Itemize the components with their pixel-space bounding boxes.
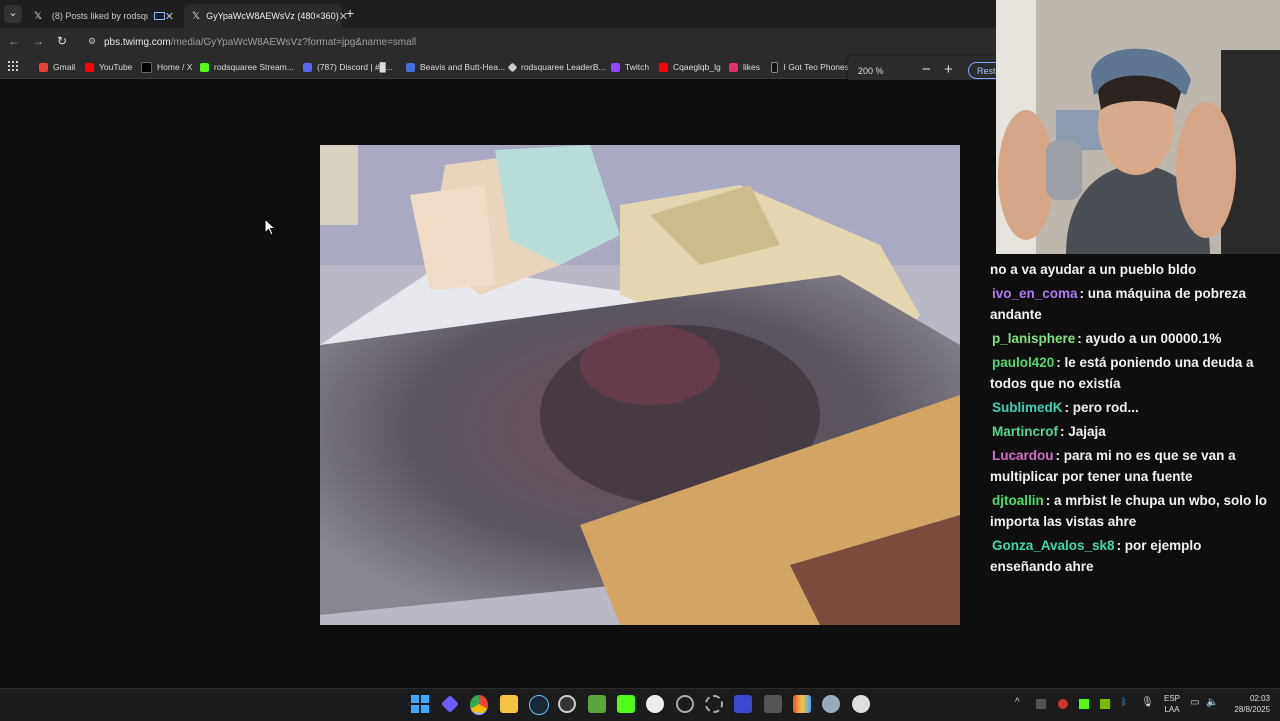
mouse-cursor-icon bbox=[264, 218, 276, 236]
bookmark-leaderboard[interactable]: rodsquaree LeaderB... bbox=[507, 59, 606, 75]
chrome-icon[interactable] bbox=[470, 695, 488, 715]
kick-icon bbox=[200, 62, 209, 72]
steam-icon[interactable] bbox=[529, 695, 549, 715]
chatgpt-icon[interactable] bbox=[646, 695, 664, 713]
chat-username[interactable]: Gonza_Avalos_sk8 bbox=[990, 538, 1117, 553]
gmail-icon bbox=[39, 62, 48, 72]
bookmark-tiktok[interactable]: I Got Teo Phones bbox=[771, 59, 849, 75]
show-hidden-icons-button[interactable]: ^ bbox=[1015, 697, 1020, 708]
chat-username[interactable]: Lucardou bbox=[990, 448, 1056, 463]
url-path: /media/GyYpaWcW8AEWsVz?format=jpg&name=s… bbox=[170, 36, 417, 48]
bookmark-twitch[interactable]: Twitch bbox=[611, 59, 649, 75]
bed-photo bbox=[320, 145, 960, 625]
tab-posts-liked[interactable]: 𝕏 (8) Posts liked by rodsquare ✕ bbox=[26, 4, 182, 28]
tab-title: GyYpaWcW8AEWsVz (480×360) bbox=[206, 11, 339, 21]
language-indicator[interactable]: ESP LAA bbox=[1164, 693, 1180, 715]
bookmark-home-x[interactable]: Home / X bbox=[141, 59, 192, 75]
x-logo-icon: 𝕏 bbox=[34, 10, 43, 22]
network-icon[interactable]: ▭ bbox=[1190, 697, 1199, 708]
chat-username[interactable]: ivo_en_coma bbox=[990, 286, 1080, 301]
youtube-icon bbox=[659, 62, 668, 72]
nvidia-icon[interactable] bbox=[1100, 699, 1110, 709]
chat-username[interactable]: djtoallin bbox=[990, 493, 1046, 508]
bookmark-likes[interactable]: likes bbox=[729, 59, 760, 75]
bluetooth-icon[interactable]: ᛒ bbox=[1121, 697, 1127, 708]
x-logo-icon bbox=[141, 61, 152, 73]
time-label: 02:03 bbox=[1249, 694, 1270, 703]
tray-app-icon[interactable] bbox=[1079, 699, 1089, 709]
chat-message: paulol420: le está poniendo una deuda a … bbox=[990, 355, 1254, 391]
obs-icon[interactable] bbox=[558, 695, 576, 713]
microphone-icon[interactable]: 🎙 bbox=[1141, 697, 1154, 708]
tray-app-icon[interactable] bbox=[1058, 699, 1068, 709]
twitch-icon bbox=[611, 62, 620, 72]
bookmark-gmail[interactable]: Gmail bbox=[39, 59, 75, 75]
volume-icon[interactable]: 🔈 bbox=[1206, 697, 1218, 708]
close-tab-icon[interactable]: ✕ bbox=[165, 10, 174, 23]
url-host: pbs.twimg.com bbox=[104, 36, 171, 48]
minecraft-icon[interactable] bbox=[588, 695, 606, 713]
tab-image[interactable]: 𝕏 GyYpaWcW8AEWsVz (480×360) ✕ bbox=[184, 4, 348, 28]
stream-chat: no a va ayudar a un pueblo bldo ivo_en_c… bbox=[986, 256, 1280, 688]
chat-message: ivo_en_coma: una máquina de pobreza anda… bbox=[990, 286, 1247, 322]
chatgpt-app-icon[interactable] bbox=[852, 695, 870, 713]
diamond-icon bbox=[507, 62, 518, 72]
settings-icon[interactable] bbox=[705, 695, 723, 713]
globe-icon[interactable] bbox=[822, 695, 840, 713]
bookmark-kick[interactable]: rodsquaree Stream... bbox=[200, 59, 294, 75]
kick-icon[interactable] bbox=[617, 695, 635, 713]
new-tab-button[interactable]: + bbox=[346, 5, 354, 21]
start-icon[interactable] bbox=[411, 695, 429, 713]
zoom-in-button[interactable]: + bbox=[944, 61, 953, 78]
forward-icon[interactable]: → bbox=[30, 34, 46, 48]
chat-message: Gonza_Avalos_sk8: por ejemplo enseñando … bbox=[990, 538, 1202, 574]
capture-icon[interactable] bbox=[764, 695, 782, 713]
clock[interactable]: 02:03 28/8/2025 bbox=[1226, 693, 1270, 715]
bookmark-beavis[interactable]: Beavis and Butt-Hea... bbox=[406, 59, 505, 75]
bookmark-discord[interactable]: (787) Discord | #█... bbox=[303, 59, 393, 75]
chat-message: no a va ayudar a un pueblo bldo bbox=[990, 262, 1197, 277]
back-icon[interactable]: ← bbox=[6, 34, 22, 48]
file-explorer-icon[interactable] bbox=[500, 695, 518, 713]
discord-icon bbox=[303, 62, 312, 72]
chat-username[interactable]: p_lanisphere bbox=[990, 331, 1077, 346]
youtube-icon bbox=[85, 62, 94, 72]
reload-icon[interactable]: ↻ bbox=[54, 34, 70, 48]
region-label: LAA bbox=[1164, 705, 1180, 714]
language-label: ESP bbox=[1164, 694, 1181, 703]
chat-message: p_lanisphere: ayudo a un 00000.1% bbox=[990, 331, 1222, 346]
beavis-icon bbox=[406, 62, 415, 72]
chat-username[interactable]: SublimedK bbox=[990, 400, 1065, 415]
media-playing-icon bbox=[153, 12, 165, 20]
chat-message: Martincrof: Jajaja bbox=[990, 424, 1106, 439]
palette-icon[interactable] bbox=[793, 695, 811, 713]
tab-title: (8) Posts liked by rodsquare bbox=[51, 11, 148, 21]
tray-app-icon[interactable] bbox=[1036, 699, 1046, 709]
chat-username[interactable]: Martincrof bbox=[990, 424, 1060, 439]
apps-grid-icon[interactable] bbox=[8, 61, 18, 71]
media-player-icon[interactable] bbox=[676, 695, 694, 713]
chat-username[interactable]: paulol420 bbox=[990, 355, 1056, 370]
chat-message: SublimedK: pero rod... bbox=[990, 400, 1139, 415]
zoom-level: 200 % bbox=[858, 66, 884, 76]
date-label: 28/8/2025 bbox=[1234, 705, 1270, 714]
chat-message: djtoallin: a mrbist le chupa un wbo, sol… bbox=[990, 493, 1268, 529]
address-bar[interactable]: ⚙ pbs.twimg.com/media/GyYpaWcW8AEWsVz?fo… bbox=[82, 32, 842, 52]
tab-search-button[interactable]: ⌄ bbox=[4, 5, 22, 23]
webcam-overlay bbox=[996, 0, 1280, 254]
site-info-icon[interactable]: ⚙ bbox=[88, 36, 96, 47]
tiktok-icon bbox=[771, 61, 779, 73]
bookmark-youtube[interactable]: YouTube bbox=[85, 59, 132, 75]
instagram-icon bbox=[729, 62, 738, 72]
chat-message: Lucardou: para mi no es que se van a mul… bbox=[990, 448, 1236, 484]
x-logo-icon: 𝕏 bbox=[192, 10, 201, 22]
bookmark-youtube-video[interactable]: Cqaeglqb_lg bbox=[659, 59, 721, 75]
zoom-out-button[interactable]: − bbox=[922, 61, 931, 78]
vortex-icon[interactable] bbox=[734, 695, 752, 713]
